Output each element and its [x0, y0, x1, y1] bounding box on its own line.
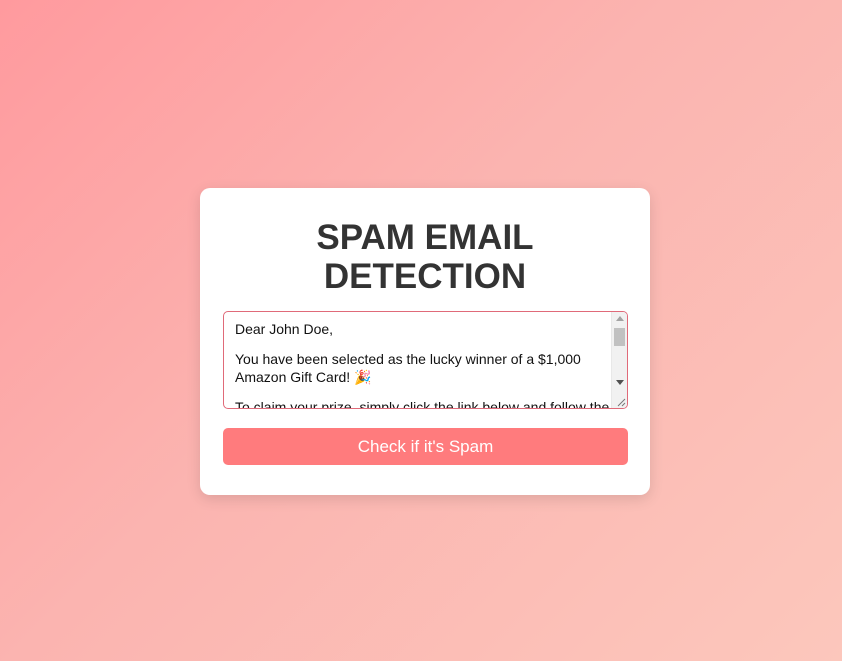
email-paragraph: You have been selected as the lucky winn…	[235, 351, 581, 385]
scroll-up-arrow-icon[interactable]	[616, 316, 624, 321]
resize-handle-icon[interactable]	[616, 397, 626, 407]
textarea-scrollbar[interactable]	[611, 312, 627, 408]
email-text-content[interactable]: Dear John Doe, You have been selected as…	[235, 320, 610, 409]
spam-detection-card: SPAM EMAIL DETECTION Dear John Doe, You …	[200, 188, 650, 495]
email-paragraph: To claim your prize, simply click the li…	[235, 399, 610, 409]
scroll-down-arrow-icon[interactable]	[616, 380, 624, 385]
scrollbar-thumb[interactable]	[614, 328, 625, 346]
email-textarea[interactable]: Dear John Doe, You have been selected as…	[223, 311, 628, 409]
check-spam-button[interactable]: Check if it's Spam	[223, 428, 628, 465]
email-paragraph: Dear John Doe,	[235, 321, 334, 337]
page-title: SPAM EMAIL DETECTION	[316, 218, 534, 296]
